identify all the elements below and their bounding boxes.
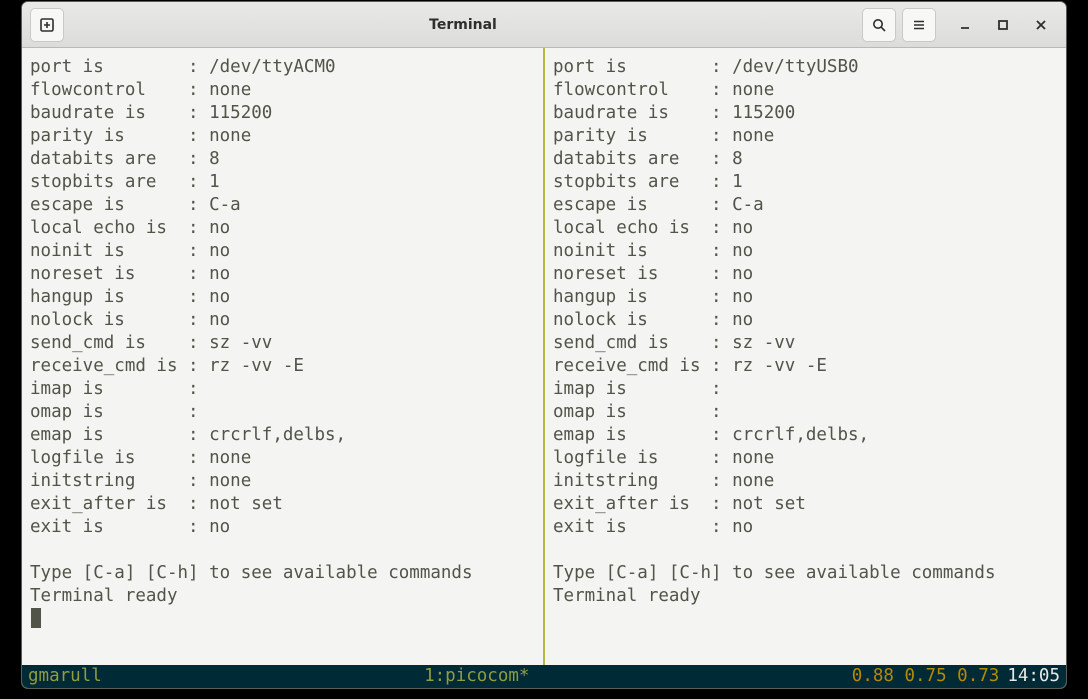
setting-line: nolock is : no bbox=[553, 309, 1058, 332]
help-line: Type [C-a] [C-h] to see available comman… bbox=[553, 562, 1058, 585]
setting-line: exit_after is : not set bbox=[553, 493, 1058, 516]
setting-line: omap is : bbox=[30, 401, 535, 424]
status-session: gmarull bbox=[28, 665, 102, 688]
setting-line: hangup is : no bbox=[553, 286, 1058, 309]
setting-line: initstring : none bbox=[553, 470, 1058, 493]
setting-line: escape is : C-a bbox=[553, 194, 1058, 217]
titlebar: Terminal bbox=[22, 2, 1066, 48]
close-button[interactable] bbox=[1024, 8, 1058, 42]
cursor bbox=[31, 608, 41, 628]
setting-line: hangup is : no bbox=[30, 286, 535, 309]
setting-line: databits are : 8 bbox=[30, 148, 535, 171]
setting-line: stopbits are : 1 bbox=[553, 171, 1058, 194]
tmux-panes: port is : /dev/ttyACM0flowcontrol : none… bbox=[22, 48, 1066, 665]
setting-line: local echo is : no bbox=[553, 217, 1058, 240]
setting-line: stopbits are : 1 bbox=[30, 171, 535, 194]
setting-line: baudrate is : 115200 bbox=[30, 102, 535, 125]
setting-line: receive_cmd is : rz -vv -E bbox=[30, 355, 535, 378]
setting-line: emap is : crcrlf,delbs, bbox=[553, 424, 1058, 447]
ready-line: Terminal ready bbox=[553, 585, 1058, 608]
ready-line: Terminal ready bbox=[30, 585, 535, 608]
setting-line: send_cmd is : sz -vv bbox=[553, 332, 1058, 355]
setting-line: noinit is : no bbox=[30, 240, 535, 263]
pane-left[interactable]: port is : /dev/ttyACM0flowcontrol : none… bbox=[22, 48, 543, 665]
pane-right[interactable]: port is : /dev/ttyUSB0flowcontrol : none… bbox=[545, 48, 1066, 665]
prompt-line bbox=[30, 608, 535, 632]
setting-line: databits are : 8 bbox=[553, 148, 1058, 171]
setting-line: initstring : none bbox=[30, 470, 535, 493]
setting-line: noreset is : no bbox=[553, 263, 1058, 286]
setting-line: omap is : bbox=[553, 401, 1058, 424]
maximize-button[interactable] bbox=[986, 8, 1020, 42]
minimize-button[interactable] bbox=[948, 8, 982, 42]
setting-line: logfile is : none bbox=[553, 447, 1058, 470]
status-load-averages: 0.88 0.75 0.73 bbox=[852, 665, 1000, 688]
setting-line: port is : /dev/ttyACM0 bbox=[30, 56, 535, 79]
setting-line: parity is : none bbox=[553, 125, 1058, 148]
setting-line: emap is : crcrlf,delbs, bbox=[30, 424, 535, 447]
setting-line: imap is : bbox=[30, 378, 535, 401]
setting-line: noreset is : no bbox=[30, 263, 535, 286]
setting-line: flowcontrol : none bbox=[553, 79, 1058, 102]
setting-line: escape is : C-a bbox=[30, 194, 535, 217]
search-button[interactable] bbox=[862, 8, 896, 42]
setting-line: exit_after is : not set bbox=[30, 493, 535, 516]
menu-button[interactable] bbox=[902, 8, 936, 42]
tmux-status-bar: gmarull 1:picocom* 0.88 0.75 0.73 14:05 bbox=[22, 665, 1066, 688]
setting-line: imap is : bbox=[553, 378, 1058, 401]
status-clock: 14:05 bbox=[1007, 665, 1060, 688]
setting-line: local echo is : no bbox=[30, 217, 535, 240]
setting-line: receive_cmd is : rz -vv -E bbox=[553, 355, 1058, 378]
status-window-name: 1:picocom* bbox=[102, 665, 852, 688]
new-tab-button[interactable] bbox=[30, 8, 64, 42]
help-line: Type [C-a] [C-h] to see available comman… bbox=[30, 562, 535, 585]
setting-line: flowcontrol : none bbox=[30, 79, 535, 102]
blank-line bbox=[30, 539, 535, 562]
setting-line: parity is : none bbox=[30, 125, 535, 148]
terminal-window: Terminal port is : /dev/ttyACM0flowcontr… bbox=[21, 1, 1067, 689]
terminal-body[interactable]: port is : /dev/ttyACM0flowcontrol : none… bbox=[22, 48, 1066, 688]
window-title: Terminal bbox=[70, 17, 856, 33]
setting-line: exit is : no bbox=[30, 516, 535, 539]
setting-line: logfile is : none bbox=[30, 447, 535, 470]
setting-line: baudrate is : 115200 bbox=[553, 102, 1058, 125]
setting-line: send_cmd is : sz -vv bbox=[30, 332, 535, 355]
blank-line bbox=[553, 539, 1058, 562]
setting-line: port is : /dev/ttyUSB0 bbox=[553, 56, 1058, 79]
setting-line: noinit is : no bbox=[553, 240, 1058, 263]
setting-line: exit is : no bbox=[553, 516, 1058, 539]
setting-line: nolock is : no bbox=[30, 309, 535, 332]
